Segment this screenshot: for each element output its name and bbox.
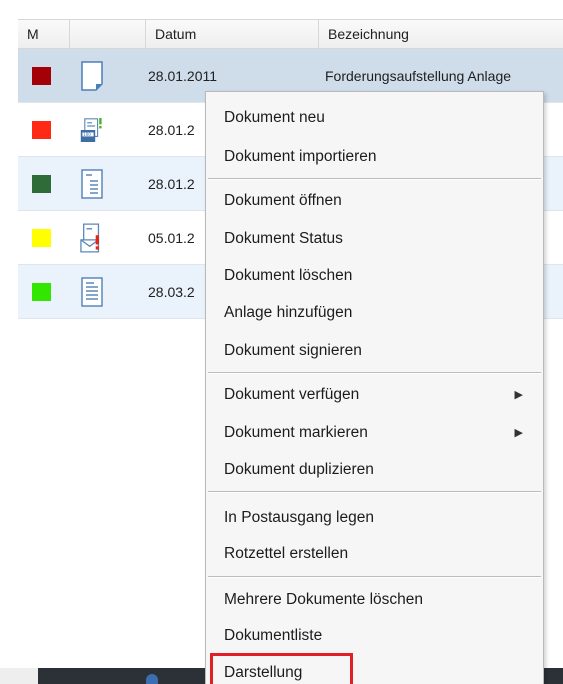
menu-item-anlage-hinzufuegen[interactable]: Anlage hinzufügen — [206, 295, 543, 331]
fax-document-icon: 100 — [80, 117, 102, 142]
menu-item-label: Anlage hinzufügen — [224, 304, 353, 321]
menu-separator — [208, 491, 541, 493]
column-header-icon[interactable] — [70, 20, 146, 48]
table-header: M Datum Bezeichnung — [18, 19, 563, 49]
menu-item-label: Dokument signieren — [224, 342, 362, 359]
menu-item-label: Dokumentliste — [224, 627, 323, 644]
menu-item-rotzettel-erstellen[interactable]: Rotzettel erstellen — [206, 536, 543, 572]
menu-item-dokumentliste[interactable]: Dokumentliste — [206, 618, 543, 654]
menu-item-mehrere-dokumente-loeschen[interactable]: Mehrere Dokumente löschen — [206, 582, 543, 618]
status-marker — [32, 174, 51, 193]
menu-item-label: Dokument öffnen — [224, 192, 342, 209]
column-header-date[interactable]: Datum — [146, 20, 319, 48]
menu-item-dokument-oeffnen[interactable]: Dokument öffnen — [206, 183, 543, 219]
column-header-marker[interactable]: M — [18, 20, 70, 48]
menu-separator — [208, 576, 541, 578]
menu-item-label: Darstellung — [224, 664, 303, 681]
menu-item-label: Dokument Status — [224, 230, 343, 247]
menu-item-label: Mehrere Dokumente löschen — [224, 591, 424, 608]
status-marker — [32, 228, 51, 247]
menu-item-label: Dokument neu — [224, 109, 325, 126]
submenu-arrow-icon: ▶ — [514, 389, 523, 401]
menu-item-label: Dokument importieren — [224, 148, 377, 165]
menu-item-dokument-verfuegen[interactable]: Dokument verfügen ▶ — [206, 377, 543, 413]
email-warning-icon — [80, 223, 100, 252]
taskbar-left-area — [0, 668, 38, 684]
status-marker — [32, 120, 51, 139]
context-menu: Dokument neu Dokument importieren Dokume… — [205, 91, 544, 684]
lined-document-icon — [81, 276, 103, 307]
menu-item-dokument-status[interactable]: Dokument Status — [206, 221, 543, 257]
marker-cell — [18, 157, 70, 210]
menu-item-in-postausgang-legen[interactable]: In Postausgang legen — [206, 500, 543, 536]
status-marker — [32, 66, 51, 85]
marker-cell — [18, 211, 70, 264]
icon-cell: 100 — [70, 103, 146, 156]
svg-text:100: 100 — [83, 132, 91, 137]
menu-item-dokument-neu[interactable]: Dokument neu — [206, 100, 543, 136]
icon-cell — [70, 49, 146, 102]
marker-cell — [18, 265, 70, 318]
icon-cell — [70, 157, 146, 210]
marker-cell — [18, 103, 70, 156]
taskbar-app-icon[interactable] — [146, 674, 158, 684]
icon-cell — [70, 265, 146, 318]
marker-cell — [18, 49, 70, 102]
text-document-icon — [81, 168, 103, 199]
menu-item-label: Rotzettel erstellen — [224, 545, 349, 562]
submenu-arrow-icon: ▶ — [514, 427, 523, 439]
menu-item-label: Dokument verfügen — [224, 386, 360, 403]
menu-item-dokument-markieren[interactable]: Dokument markieren ▶ — [206, 415, 543, 451]
menu-item-darstellung[interactable]: Darstellung — [206, 655, 543, 684]
status-marker — [32, 282, 51, 301]
menu-item-dokument-signieren[interactable]: Dokument signieren — [206, 333, 543, 369]
menu-item-label: Dokument löschen — [224, 267, 353, 284]
blank-document-icon — [81, 60, 103, 91]
icon-cell — [70, 211, 146, 264]
menu-separator — [208, 178, 541, 180]
menu-item-label: Dokument markieren — [224, 424, 368, 441]
column-header-description[interactable]: Bezeichnung — [319, 20, 563, 48]
menu-separator — [208, 372, 541, 374]
menu-item-label: In Postausgang legen — [224, 509, 374, 526]
menu-item-dokument-duplizieren[interactable]: Dokument duplizieren — [206, 452, 543, 488]
menu-item-dokument-importieren[interactable]: Dokument importieren — [206, 139, 543, 175]
menu-item-dokument-loeschen[interactable]: Dokument löschen — [206, 258, 543, 294]
document-list-window: M Datum Bezeichnung 28.01.2011 Forderung… — [0, 0, 563, 684]
menu-item-label: Dokument duplizieren — [224, 461, 374, 478]
